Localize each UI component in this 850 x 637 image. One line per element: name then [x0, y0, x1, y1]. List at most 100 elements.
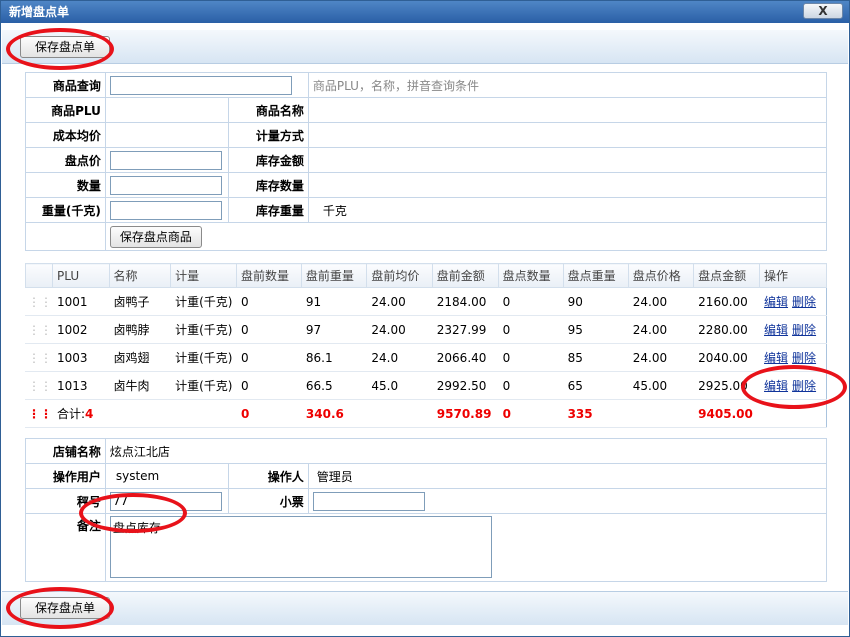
- save-sheet-button-top[interactable]: 保存盘点单: [20, 36, 110, 58]
- name-label: 商品名称: [227, 97, 309, 123]
- plu-value: [104, 97, 229, 123]
- delete-link[interactable]: 删除: [792, 379, 816, 393]
- inventory-grid: PLU 名称 计量 盘前数量 盘前重量 盘前均价 盘前金额 盘点数量 盘点重量 …: [25, 263, 827, 428]
- price-label: 盘点价: [25, 147, 106, 173]
- measure-label: 计量方式: [227, 122, 309, 148]
- cell-pre-avg: 24.00: [366, 315, 433, 344]
- edit-link[interactable]: 编辑: [764, 295, 788, 309]
- cell-actions: 编辑 删除: [759, 287, 827, 316]
- grid-header-cell[interactable]: 盘点金额: [693, 263, 761, 288]
- table-row[interactable]: ⋮⋮ 1001 卤鸭子 计重(千克) 0 91 24.00 2184.00 0 …: [25, 287, 827, 316]
- product-search-input[interactable]: [109, 75, 292, 95]
- cell-pre-qty: 0: [236, 371, 302, 400]
- remark-textarea[interactable]: 盘点库存: [109, 515, 492, 578]
- stock-amount-label: 库存金额: [227, 147, 309, 173]
- count-price-input[interactable]: [109, 150, 222, 170]
- grid-header-handle: [25, 263, 53, 288]
- total-pre-avg: [366, 399, 433, 428]
- delete-link[interactable]: 删除: [792, 351, 816, 365]
- ticket-input[interactable]: [312, 491, 425, 511]
- edit-link[interactable]: 编辑: [764, 323, 788, 337]
- delete-link[interactable]: 删除: [792, 295, 816, 309]
- drag-handle-icon[interactable]: ⋮⋮: [25, 371, 53, 400]
- cell-pre-avg: 24.00: [366, 287, 433, 316]
- drag-handle-icon[interactable]: ⋮⋮: [25, 287, 53, 316]
- drag-handle-icon: ⋮⋮: [25, 399, 53, 428]
- user-value: system: [104, 463, 229, 489]
- cell-plu: 1013: [52, 371, 110, 400]
- stock-weight-label: 库存重量: [227, 197, 309, 223]
- total-qty: 0: [498, 399, 564, 428]
- table-row[interactable]: ⋮⋮ 1003 卤鸡翅 计重(千克) 0 86.1 24.0 2066.40 0…: [25, 343, 827, 372]
- qty-label: 数量: [25, 172, 106, 198]
- cell-actions: 编辑 删除: [759, 343, 827, 372]
- operator-value: 管理员: [307, 463, 828, 489]
- cell-measure: 计重(千克): [170, 315, 237, 344]
- cell-weight: 90: [563, 287, 629, 316]
- total-row: ⋮⋮ 合计:4 0 340.6 9570.89 0 335 9405.00: [25, 399, 827, 428]
- save-sheet-button-bottom[interactable]: 保存盘点单: [20, 597, 110, 619]
- total-price: [628, 399, 694, 428]
- stock-qty-value: [307, 172, 828, 198]
- cell-price: 24.00: [628, 315, 694, 344]
- name-value: [307, 97, 828, 123]
- cell-price: 24.00: [628, 343, 694, 372]
- grid-header-cell[interactable]: 盘点数量: [497, 263, 564, 288]
- operator-label: 操作人: [227, 463, 309, 489]
- drag-handle-icon[interactable]: ⋮⋮: [25, 315, 53, 344]
- cell-price: 45.00: [628, 371, 694, 400]
- grid-header-cell[interactable]: PLU: [52, 263, 110, 288]
- cell-pre-qty: 0: [236, 287, 302, 316]
- quantity-input[interactable]: [109, 175, 222, 195]
- grid-header-cell[interactable]: 盘点重量: [562, 263, 629, 288]
- close-button[interactable]: X: [803, 3, 843, 19]
- weight-input[interactable]: [109, 200, 222, 220]
- cell-plu: 1002: [52, 315, 110, 344]
- cell-pre-amount: 2066.40: [432, 343, 499, 372]
- cell-weight: 65: [563, 371, 629, 400]
- stock-qty-label: 库存数量: [227, 172, 309, 198]
- cell-price: 24.00: [628, 287, 694, 316]
- dialog-window: 新增盘点单 X 保存盘点单 商品查询 商品PLU，名称，拼音查询条件 商品PLU…: [0, 0, 850, 637]
- user-label: 操作用户: [25, 463, 106, 489]
- cell-measure: 计重(千克): [170, 371, 237, 400]
- cell-pre-qty: 0: [236, 315, 302, 344]
- scale-number-input[interactable]: [109, 491, 222, 511]
- cell-amount: 2160.00: [693, 287, 760, 316]
- stock-weight-value: 千克: [307, 197, 828, 223]
- grid-header-cell[interactable]: 盘前金额: [431, 263, 499, 288]
- cell-plu: 1001: [52, 287, 110, 316]
- table-row[interactable]: ⋮⋮ 1013 卤牛肉 计重(千克) 0 66.5 45.0 2992.50 0…: [25, 371, 827, 400]
- edit-link[interactable]: 编辑: [764, 351, 788, 365]
- remark-label: 备注: [25, 513, 106, 582]
- grid-header-cell[interactable]: 操作: [759, 263, 827, 288]
- query-label: 商品查询: [25, 72, 106, 98]
- edit-link[interactable]: 编辑: [764, 379, 788, 393]
- grid-header-cell[interactable]: 盘前均价: [366, 263, 433, 288]
- grid-header-cell[interactable]: 计量: [170, 263, 237, 288]
- total-weight: 335: [563, 399, 629, 428]
- total-actions: [759, 399, 827, 428]
- total-amount: 9405.00: [693, 399, 760, 428]
- grid-header-cell[interactable]: 盘前数量: [235, 263, 302, 288]
- cell-measure: 计重(千克): [170, 287, 237, 316]
- item-entry-form: 商品查询 商品PLU，名称，拼音查询条件 商品PLU 商品名称 成本均价 计量方…: [25, 72, 828, 251]
- grid-header-cell[interactable]: 盘前重量: [300, 263, 368, 288]
- grid-header-cell[interactable]: 名称: [108, 263, 172, 288]
- query-cell: [104, 72, 309, 98]
- cost-value: [104, 122, 229, 148]
- cell-amount: 2040.00: [693, 343, 760, 372]
- delete-link[interactable]: 删除: [792, 323, 816, 337]
- cell-name: 卤鸭脖: [109, 315, 171, 344]
- sheet-info-form: 店铺名称 炫点江北店 操作用户 system 操作人 管理员 秤号 小票 备注 …: [25, 438, 828, 582]
- grid-header-cell[interactable]: 盘点价格: [627, 263, 695, 288]
- cell-actions: 编辑 删除: [759, 315, 827, 344]
- cell-pre-weight: 66.5: [301, 371, 367, 400]
- drag-handle-icon[interactable]: ⋮⋮: [25, 343, 53, 372]
- cell-name: 卤鸭子: [109, 287, 171, 316]
- table-row[interactable]: ⋮⋮ 1002 卤鸭脖 计重(千克) 0 97 24.00 2327.99 0 …: [25, 315, 827, 344]
- cell-name: 卤牛肉: [109, 371, 171, 400]
- title-bar: 新增盘点单 X: [1, 1, 849, 23]
- total-label-cell: 合计:4: [52, 399, 237, 428]
- save-item-button[interactable]: 保存盘点商品: [109, 225, 202, 248]
